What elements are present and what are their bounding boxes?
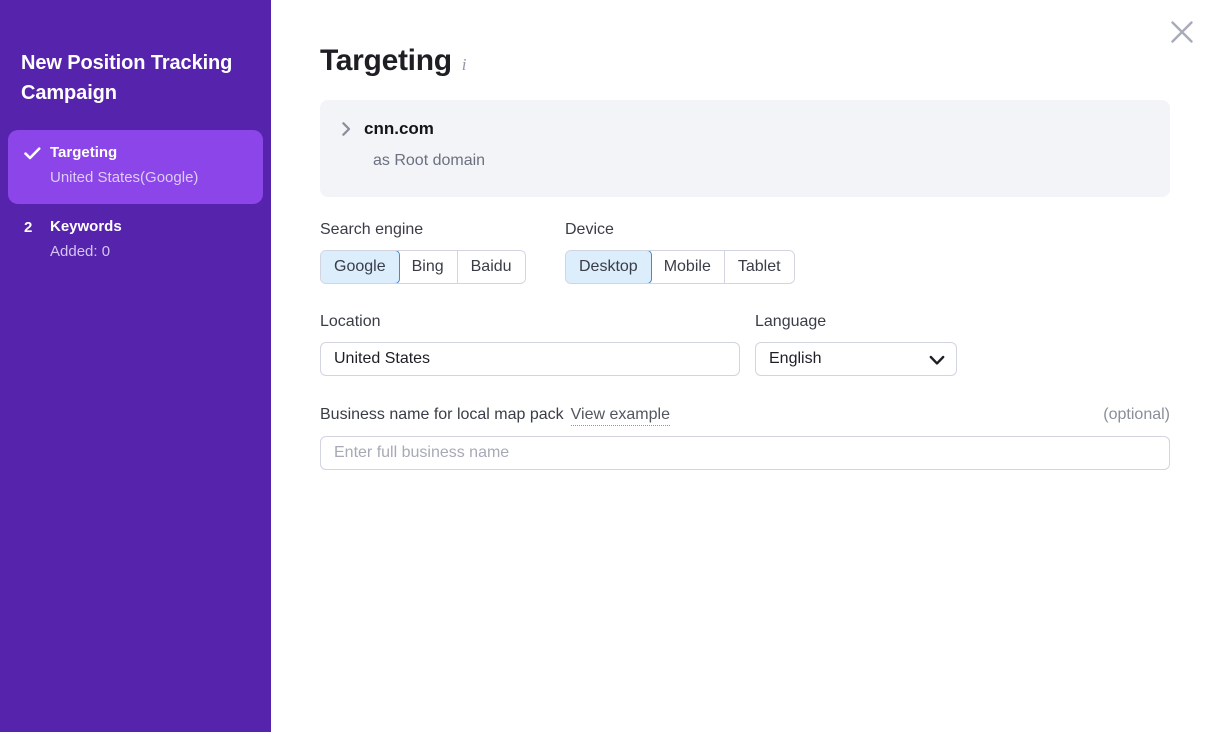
location-group: Location: [320, 311, 755, 376]
domain-name: cnn.com: [364, 119, 434, 138]
location-language-row: Location Language English: [320, 311, 1170, 376]
page-header: Targeting i: [271, 0, 1214, 80]
business-name-header: Business name for local map pack View ex…: [320, 404, 1170, 426]
device-option-desktop[interactable]: Desktop: [565, 251, 652, 283]
info-icon[interactable]: i: [462, 56, 467, 73]
language-select-wrap: English: [755, 342, 957, 376]
language-select[interactable]: English: [755, 342, 957, 376]
sidebar-item-targeting-sub: United States(Google): [50, 169, 199, 186]
device-option-tablet[interactable]: Tablet: [724, 251, 794, 283]
sidebar-step-list: Targeting United States(Google) 2 Keywor…: [0, 130, 271, 278]
main-panel: Targeting i cnn.com as Root domain Searc…: [271, 0, 1214, 732]
device-toggle: Desktop Mobile Tablet: [565, 250, 795, 284]
engine-device-row: Search engine Google Bing Baidu Device D…: [320, 219, 1170, 284]
form-content: cnn.com as Root domain Search engine Goo…: [271, 100, 1214, 470]
search-engine-toggle: Google Bing Baidu: [320, 250, 526, 284]
business-name-input[interactable]: [320, 436, 1170, 470]
search-engine-option-baidu[interactable]: Baidu: [457, 251, 525, 283]
view-example-link[interactable]: View example: [570, 405, 670, 426]
campaign-setup-modal: New Position Tracking Campaign Targeting…: [0, 0, 1214, 732]
device-label: Device: [565, 221, 614, 238]
device-group: Device Desktop Mobile Tablet: [565, 219, 795, 284]
sidebar-item-targeting[interactable]: Targeting United States(Google): [8, 130, 263, 204]
sidebar-item-targeting-body: Targeting United States(Google): [50, 142, 253, 190]
location-label: Location: [320, 313, 381, 330]
sidebar-item-keywords-number: 2: [24, 219, 33, 236]
language-label: Language: [755, 313, 827, 330]
search-engine-group: Search engine Google Bing Baidu: [320, 219, 565, 284]
chevron-right-icon[interactable]: [342, 122, 364, 136]
sidebar-item-keywords-body: Keywords Added: 0: [50, 216, 253, 264]
check-icon: [18, 142, 50, 160]
search-engine-option-google[interactable]: Google: [320, 251, 400, 283]
domain-card[interactable]: cnn.com as Root domain: [320, 100, 1170, 197]
language-group: Language English: [755, 311, 957, 376]
sidebar-item-targeting-label: Targeting: [50, 144, 118, 161]
device-option-mobile[interactable]: Mobile: [650, 251, 725, 283]
location-input[interactable]: [320, 342, 740, 376]
campaign-title: New Position Tracking Campaign: [21, 52, 233, 104]
page-title: Targeting: [320, 44, 452, 77]
close-icon[interactable]: [1162, 12, 1202, 52]
business-name-group: Business name for local map pack View ex…: [320, 404, 1170, 470]
sidebar-item-keywords-sub: Added: 0: [50, 243, 111, 260]
domain-subtitle: as Root domain: [373, 152, 486, 169]
sidebar: New Position Tracking Campaign Targeting…: [0, 0, 271, 732]
search-engine-label: Search engine: [320, 221, 424, 238]
business-name-optional: (optional): [1103, 406, 1170, 423]
business-name-label: Business name for local map pack: [320, 406, 564, 423]
sidebar-item-keywords[interactable]: 2 Keywords Added: 0: [8, 204, 263, 278]
business-name-header-left: Business name for local map pack View ex…: [320, 404, 670, 426]
search-engine-option-bing[interactable]: Bing: [398, 251, 458, 283]
sidebar-item-keywords-label: Keywords: [50, 218, 122, 235]
domain-row: cnn.com: [342, 118, 1148, 140]
